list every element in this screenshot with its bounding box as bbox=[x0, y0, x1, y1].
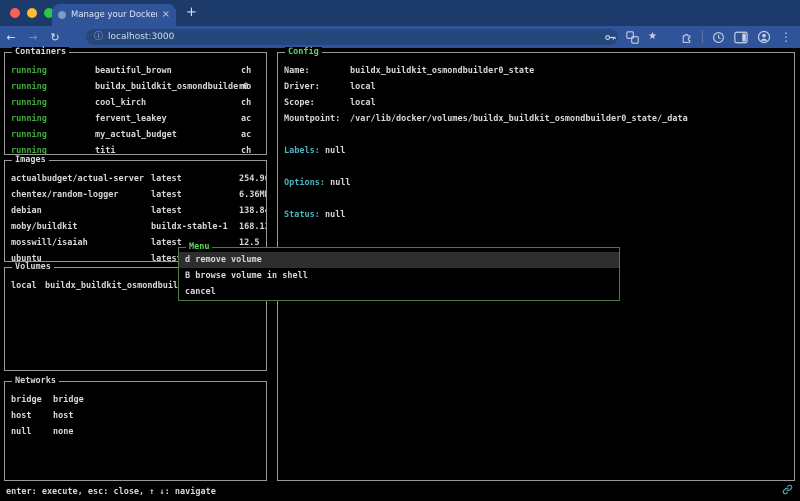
tab-strip: Manage your Docker fleet wi × + bbox=[0, 0, 800, 26]
menu-items: d remove volume B browse volume in shell… bbox=[179, 252, 619, 300]
toolbar-icons: ★ ⋮ bbox=[604, 26, 792, 48]
config-field: Name: buildx_buildkit_osmondbuilder0_sta… bbox=[284, 63, 794, 79]
containers-panel: Containers running beautiful_brown ch ru… bbox=[4, 52, 267, 155]
tab-close-icon[interactable]: × bbox=[162, 10, 170, 20]
browser-tab[interactable]: Manage your Docker fleet wi × bbox=[52, 4, 176, 26]
container-row[interactable]: running titi ch bbox=[11, 143, 266, 154]
tab-favicon-icon bbox=[58, 11, 66, 19]
config-field: Mountpoint: /var/lib/docker/volumes/buil… bbox=[284, 111, 794, 127]
menu-item-cancel[interactable]: cancel bbox=[179, 284, 619, 300]
config-options-field: Options: null bbox=[284, 175, 794, 191]
network-row[interactable]: null none bbox=[11, 424, 266, 440]
status-bar: enter: execute, esc: close, ↑ ↓: navigat… bbox=[0, 483, 800, 501]
network-row[interactable]: host host bbox=[11, 408, 266, 424]
window-controls bbox=[10, 8, 54, 18]
tab-title: Manage your Docker fleet wi bbox=[71, 10, 157, 20]
extension-clock-icon[interactable] bbox=[712, 31, 725, 44]
translate-icon[interactable] bbox=[626, 31, 639, 44]
address-bar[interactable]: ⓘ localhost:3000 bbox=[86, 29, 618, 45]
menu-item-remove-volume[interactable]: d remove volume bbox=[179, 252, 619, 268]
container-row[interactable]: running cool_kirch ch bbox=[11, 95, 266, 111]
forward-button[interactable]: → bbox=[22, 31, 44, 44]
browser-toolbar: ← → ↻ ⓘ localhost:3000 ★ bbox=[0, 26, 800, 48]
side-panel-icon[interactable] bbox=[734, 31, 748, 44]
url-text: localhost:3000 bbox=[108, 32, 174, 42]
extensions-puzzle-icon[interactable] bbox=[680, 31, 693, 44]
config-status-field: Status: null bbox=[284, 207, 794, 223]
close-window-button[interactable] bbox=[10, 8, 20, 18]
image-row[interactable]: moby/buildkit buildx-stable-1 168.13 bbox=[11, 219, 266, 235]
menu-item-browse-volume[interactable]: B browse volume in shell bbox=[179, 268, 619, 284]
reload-button[interactable]: ↻ bbox=[44, 31, 66, 44]
containers-rows: running beautiful_brown ch running build… bbox=[5, 53, 266, 154]
bookmark-star-icon[interactable]: ★ bbox=[648, 31, 657, 43]
container-row[interactable]: running buildx_buildkit_osmondbuilder0 m… bbox=[11, 79, 266, 95]
toolbar-separator bbox=[702, 31, 703, 43]
site-info-icon[interactable]: ⓘ bbox=[94, 33, 103, 42]
password-key-icon[interactable] bbox=[604, 31, 617, 44]
container-row[interactable]: running beautiful_brown ch bbox=[11, 63, 266, 79]
image-row[interactable]: actualbudget/actual-server latest 254.96 bbox=[11, 171, 266, 187]
container-row[interactable]: running fervent_leakey ac bbox=[11, 111, 266, 127]
image-row[interactable]: chentex/random-logger latest 6.36MB bbox=[11, 187, 266, 203]
minimize-window-button[interactable] bbox=[27, 8, 37, 18]
browser-window: Manage your Docker fleet wi × + ← → ↻ ⓘ … bbox=[0, 0, 800, 501]
config-field: Scope: local bbox=[284, 95, 794, 111]
profile-avatar-icon[interactable] bbox=[757, 30, 771, 44]
isaiah-terminal-ui: Containers running beautiful_brown ch ru… bbox=[0, 48, 800, 501]
network-row[interactable]: bridge bridge bbox=[11, 392, 266, 408]
keybind-hints: enter: execute, esc: close, ↑ ↓: navigat… bbox=[0, 487, 216, 497]
images-rows: actualbudget/actual-server latest 254.96… bbox=[5, 161, 266, 261]
networks-rows: bridge bridge host host null none bbox=[5, 382, 266, 480]
browser-menu-icon[interactable]: ⋮ bbox=[780, 31, 792, 43]
new-tab-button[interactable]: + bbox=[186, 6, 197, 20]
networks-panel: Networks bridge bridge host host null no… bbox=[4, 381, 267, 481]
config-field: Driver: local bbox=[284, 79, 794, 95]
config-labels-field: Labels: null bbox=[284, 143, 794, 159]
image-row[interactable]: debian latest 138.84 bbox=[11, 203, 266, 219]
connection-link-icon bbox=[782, 484, 793, 498]
volume-actions-menu: Menu d remove volume B browse volume in … bbox=[178, 247, 620, 301]
back-button[interactable]: ← bbox=[0, 31, 22, 44]
container-row[interactable]: running my_actual_budget ac bbox=[11, 127, 266, 143]
